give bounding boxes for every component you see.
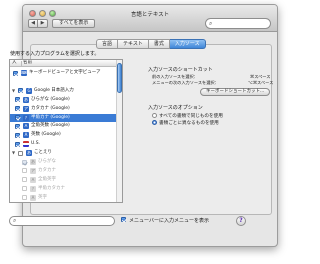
list-item[interactable]: ｱ半角カタカナ (10, 185, 118, 193)
enable-checkbox[interactable] (15, 141, 20, 147)
enable-checkbox[interactable] (18, 88, 23, 94)
same-all-documents-label: すべての書類で同じものを使用 (159, 114, 223, 119)
show-input-menu-label: メニューバーに入力メニューを表示 (129, 218, 209, 224)
kotoeri-icon: あ (26, 150, 32, 157)
list-item[interactable]: ｱ半角カナ (Google) (10, 113, 118, 122)
help-button[interactable]: ? (236, 216, 246, 226)
tab-input-sources[interactable]: 入力ソース (169, 39, 206, 49)
enable-checkbox[interactable] (13, 70, 18, 76)
enable-checkbox[interactable] (15, 115, 20, 120)
enable-checkbox[interactable] (15, 123, 20, 129)
header-divider (21, 61, 22, 66)
list-item[interactable]: U.S. (10, 140, 118, 148)
back-button[interactable]: ◀ (28, 19, 38, 28)
halfwidth-kana-icon: ｱ (23, 114, 29, 121)
tab-formats[interactable]: 書式 (148, 39, 170, 49)
enable-checkbox[interactable] (18, 150, 23, 156)
search-icon: ⌕ (209, 20, 213, 27)
list-item-label: ひらがな (Google) (31, 96, 70, 102)
list-item[interactable]: あひらがな (10, 158, 118, 166)
disclosure-triangle-icon[interactable]: ▼ (12, 149, 17, 157)
per-document-label: 書類ごとに異なるものを使用 (159, 121, 219, 126)
us-flag-icon (23, 141, 29, 148)
show-all-button[interactable]: すべてを表示 (52, 19, 96, 28)
keyboard-shortcuts-button[interactable]: キーボードショートカット... (200, 88, 271, 96)
list-item-label: ことえり (34, 150, 52, 156)
list-item-label: カタカナ (Google) (31, 105, 70, 111)
list-item[interactable]: ⌨ キーボードビューアと文字ビューア (10, 69, 118, 77)
halfwidth-kana-icon: ｱ (30, 185, 36, 192)
list-item[interactable]: A 英数 (Google) (10, 131, 118, 139)
enable-checkbox[interactable] (22, 195, 27, 201)
google-ime-icon: G (26, 87, 32, 94)
list-item[interactable]: あひらがな (Google) (10, 96, 118, 104)
alnum-icon: A (23, 132, 29, 139)
enable-checkbox[interactable] (22, 186, 27, 192)
hiragana-icon: あ (30, 159, 36, 165)
list-item[interactable]: A 英字 (10, 194, 118, 202)
next-source-label: メニューの次の入力ソースを選択： (152, 80, 219, 85)
katakana-icon: ア (23, 105, 29, 112)
radio-same-all-documents[interactable] (152, 113, 157, 118)
list-item[interactable]: Ａ 全角英数 (Google) (10, 122, 118, 130)
title-bar: 言語とテキスト ◀ ▶ すべてを表示 ⌕ (23, 5, 277, 32)
show-input-menu-checkbox[interactable] (121, 217, 126, 222)
list-item-label: Google 日本語入力 (34, 87, 74, 93)
tab-text[interactable]: テキスト (118, 39, 149, 49)
disclosure-triangle-icon[interactable]: ▼ (12, 87, 17, 95)
list-item[interactable]: ▼ あことえり (10, 149, 118, 157)
list-scrollbar[interactable] (116, 60, 122, 202)
search-icon: ⌕ (13, 217, 17, 224)
enable-checkbox[interactable] (22, 159, 27, 165)
enable-checkbox[interactable] (22, 168, 27, 174)
fullwidth-alpha-icon: Ａ (30, 176, 36, 183)
radio-per-document[interactable] (152, 120, 157, 125)
list-item[interactable]: Ａ 全角英字 (10, 176, 118, 184)
options-title: 入力ソースのオプション (148, 105, 203, 111)
list-item[interactable]: ▼ G Google 日本語入力 (10, 87, 118, 95)
list-item-label: 全角英字 (38, 176, 56, 182)
nav-buttons: ◀ ▶ (28, 19, 48, 28)
list-item-label: 半角カタカナ (38, 185, 65, 191)
list-item-label: U.S. (31, 141, 41, 147)
fullwidth-alnum-icon: Ａ (23, 123, 29, 130)
tab-bar: 言語 テキスト 書式 入力ソース (96, 39, 206, 49)
search-input[interactable]: ⌕ (205, 18, 271, 29)
list-item-label: 英数 (Google) (31, 132, 61, 138)
list-item-label: 半角カナ (Google) (31, 114, 70, 120)
enable-checkbox[interactable] (22, 177, 27, 183)
list-item-label: キーボードビューアと文字ビューア (29, 70, 101, 75)
alpha-icon: A (30, 194, 36, 201)
list-item[interactable]: アカタカナ (Google) (10, 105, 118, 113)
tab-language[interactable]: 言語 (96, 39, 119, 49)
header-name-column[interactable]: 名前 (23, 60, 32, 66)
window-title: 言語とテキスト (130, 12, 170, 18)
keyboard-icon: ⌨ (21, 70, 27, 76)
list-item-label: カタカナ (38, 167, 56, 173)
input-source-search-field[interactable]: ⌕ (9, 216, 115, 226)
next-source-shortcut: ⌥⌘スペース (248, 80, 274, 85)
list-scroll-thumb[interactable] (117, 63, 122, 93)
list-item[interactable] (10, 78, 118, 86)
input-source-list[interactable]: 入 名前 ⌨ キーボードビューアと文字ビューア ▼ G Google 日本語入力あひらが… (9, 59, 123, 203)
header-enabled-column[interactable]: 入 (12, 60, 20, 66)
list-item-label: ひらがな (38, 159, 56, 164)
enable-checkbox[interactable] (15, 97, 20, 103)
shortcuts-title: 入力ソースのショートカット (148, 67, 213, 73)
list-item-label: 英字 (38, 194, 47, 200)
forward-button[interactable]: ▶ (38, 19, 48, 28)
hiragana-icon: あ (23, 96, 29, 103)
enable-checkbox[interactable] (15, 106, 20, 112)
katakana-icon: ア (30, 167, 36, 174)
list-item-label: 全角英数 (Google) (31, 123, 70, 129)
input-sources-title: 使用する入力プログラムを選択します。 (10, 51, 100, 57)
list-item[interactable]: アカタカナ (10, 167, 118, 175)
list-header: 入 名前 (10, 60, 118, 67)
enable-checkbox[interactable] (15, 132, 20, 138)
